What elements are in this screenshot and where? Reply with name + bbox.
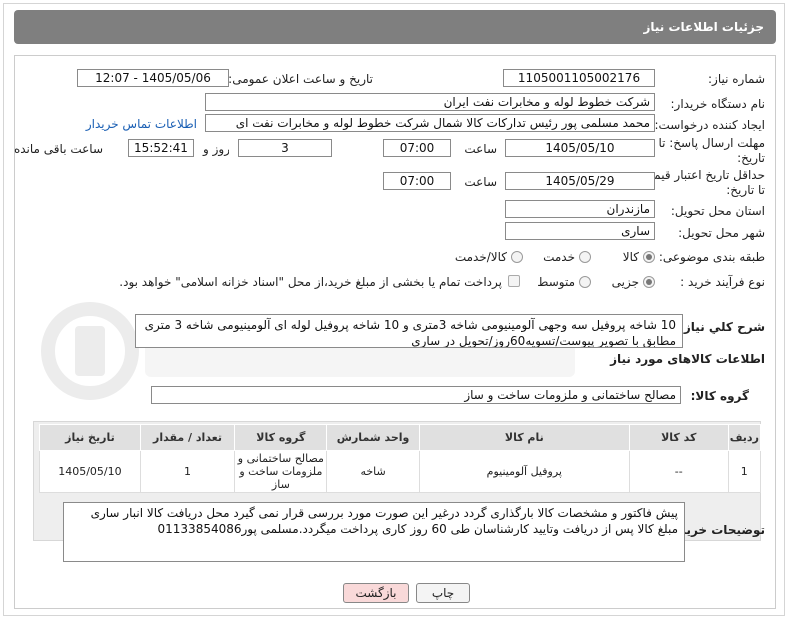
city-label: شهر محل تحویل:	[678, 226, 765, 240]
col-item-name: نام کالا	[418, 424, 630, 451]
remaining-time-field: 15:52:41	[128, 139, 194, 157]
deadline-time-label: ساعت	[464, 142, 497, 156]
print-button[interactable]: چاپ	[416, 583, 470, 603]
province-field: مازندران	[505, 200, 655, 218]
cell-unit: شاخه	[326, 450, 420, 493]
remaining-time-label: ساعت باقی مانده	[13, 142, 103, 156]
category-option-goods: کالا	[622, 250, 639, 264]
page-title: جزئیات اطلاعات نیاز	[643, 20, 764, 34]
need-number-label: شماره نیاز:	[708, 72, 765, 86]
category-radio-service[interactable]	[579, 251, 591, 263]
goods-table-header: ردیف کد کالا نام کالا واحد شمارش گروه کا…	[39, 424, 762, 451]
cell-item-name: پروفیل آلومینیوم	[418, 450, 630, 493]
deadline-date-field: 1405/05/10	[505, 139, 655, 157]
remaining-days-field: 3	[238, 139, 332, 157]
process-option-medium: متوسط	[537, 275, 575, 289]
validity-date-field: 1405/05/29	[505, 172, 655, 190]
category-radio-goods-service[interactable]	[511, 251, 523, 263]
treasury-payment-note: پرداخت تمام یا بخشی از مبلغ خرید،از محل …	[119, 275, 502, 289]
spacer-2	[229, 139, 237, 157]
announce-label: تاریخ و ساعت اعلان عمومی:	[228, 72, 373, 86]
validity-time-label: ساعت	[464, 175, 497, 189]
col-need-date: تاریخ نیاز	[39, 424, 141, 451]
deadline-time-field: 07:00	[383, 139, 451, 157]
cell-item-code: --	[628, 450, 729, 493]
requester-field: محمد مسلمی پور رئیس تدارکات کالا شمال شر…	[205, 114, 655, 132]
col-item-group: گروه کالا	[234, 424, 328, 451]
announce-datetime-field: 1405/05/06 - 12:07	[77, 69, 229, 87]
requester-label: ایجاد کننده درخواست:	[654, 118, 765, 132]
buyer-org-label: نام دستگاه خریدار:	[670, 97, 766, 111]
cell-row-number: 1	[727, 450, 762, 493]
description-label: شرح کلي نياز:	[679, 320, 765, 334]
category-option-goods-service: کالا/خدمت	[454, 250, 507, 264]
process-option-minor: جزیی	[611, 275, 639, 289]
cell-item-group: مصالح ساختمانی و ملزومات ساخت و ساز	[234, 450, 328, 493]
contact-buyer-link[interactable]: اطلاعات تماس خریدار	[86, 117, 197, 131]
province-label: استان محل تحویل:	[670, 204, 765, 218]
deadline-label-line2: تاریخ:	[737, 151, 765, 165]
city-field: ساری	[505, 222, 655, 240]
cell-need-date: 1405/05/10	[39, 450, 141, 493]
col-row-number: ردیف	[727, 424, 762, 451]
goods-table: ردیف کد کالا نام کالا واحد شمارش گروه کا…	[39, 424, 762, 493]
category-option-service: خدمت	[543, 250, 575, 264]
validity-label-line2: تا تاریخ:	[726, 183, 765, 197]
treasury-payment-checkbox[interactable]	[508, 275, 520, 287]
category-radio-goods[interactable]	[643, 251, 655, 263]
description-field: 10 شاخه پروفیل سه وجهی آلومینیومی شاخه 3…	[135, 314, 683, 348]
details-panel: شماره نیاز: 1105001105002176 تاریخ و ساع…	[14, 55, 776, 609]
back-button[interactable]: بازگشت	[343, 583, 409, 603]
page-header: جزئیات اطلاعات نیاز	[14, 10, 776, 44]
goods-group-field: مصالح ساختمانی و ملزومات ساخت و ساز	[151, 386, 681, 404]
goods-group-label: گروه کالا:	[690, 389, 749, 403]
need-number-field: 1105001105002176	[503, 69, 655, 87]
days-label: روز و	[203, 142, 230, 156]
goods-section-title: اطلاعات کالاهای مورد نیاز	[610, 352, 765, 366]
deadline-label-line1: مهلت ارسال پاسخ: تا	[658, 136, 765, 150]
category-label: طبقه بندی موضوعی:	[658, 250, 765, 264]
process-radio-minor[interactable]	[643, 276, 655, 288]
buyer-notes-field: پیش فاکتور و مشخصات کالا بارگذاری گردد د…	[63, 502, 685, 562]
col-quantity: تعداد / مقدار	[139, 424, 236, 451]
validity-label-line1: حداقل تاریخ اعتبار قیمت:	[638, 168, 765, 182]
process-radio-medium[interactable]	[579, 276, 591, 288]
buyer-org-field: شرکت خطوط لوله و مخابرات نفت ایران	[205, 93, 655, 111]
validity-time-field: 07:00	[383, 172, 451, 190]
cell-quantity: 1	[139, 450, 236, 493]
process-label: نوع فرآیند خرید :	[680, 275, 765, 289]
table-row: 1 -- پروفیل آلومینیوم شاخه مصالح ساختمان…	[39, 450, 762, 493]
col-unit: واحد شمارش	[326, 424, 420, 451]
col-item-code: کد کالا	[628, 424, 729, 451]
